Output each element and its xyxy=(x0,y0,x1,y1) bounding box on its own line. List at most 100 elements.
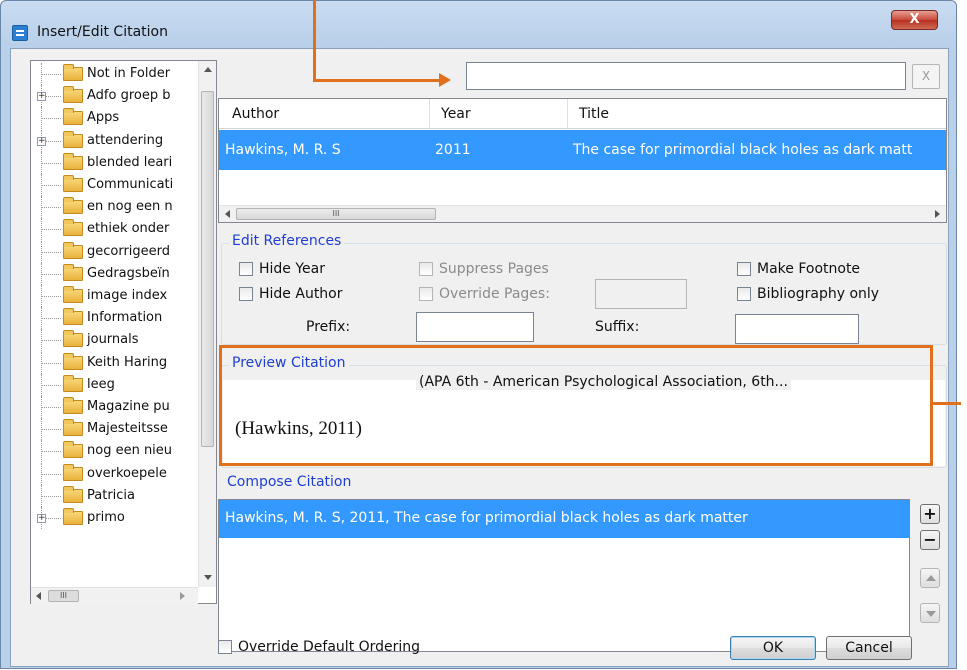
tree-vertical-scrollbar[interactable] xyxy=(198,61,216,587)
override-ordering-checkbox[interactable]: Override Default Ordering xyxy=(218,639,420,655)
folder-icon xyxy=(63,64,83,81)
tree-item-label: ethiek onder xyxy=(87,221,170,237)
suffix-input[interactable] xyxy=(735,314,859,344)
arrow-down-icon xyxy=(926,611,936,617)
tree-horizontal-scrollbar[interactable]: III xyxy=(31,587,198,604)
ok-button[interactable]: OK xyxy=(730,636,816,660)
expand-icon[interactable]: + xyxy=(37,92,46,102)
table-row[interactable]: Hawkins, M. R. S 2011 The case for primo… xyxy=(219,130,946,170)
folder-icon xyxy=(63,397,83,414)
expand-icon[interactable]: + xyxy=(37,136,46,146)
tree-item[interactable]: blended leari xyxy=(31,151,199,174)
tree-item-label: Magazine pu xyxy=(87,399,170,414)
tree-item[interactable]: Magazine pu xyxy=(31,396,199,418)
suppress-pages-label: Suppress Pages xyxy=(439,261,549,277)
override-pages-input[interactable] xyxy=(595,279,687,309)
results-table: Author Year Title Hawkins, M. R. S 2011 … xyxy=(218,98,947,223)
close-button[interactable]: X xyxy=(891,10,938,30)
checkbox-icon[interactable] xyxy=(737,287,751,301)
tree-item[interactable]: + Adfo groep b xyxy=(31,85,199,108)
checkbox-icon[interactable] xyxy=(218,640,232,654)
tree-item[interactable]: Apps xyxy=(31,107,199,130)
scroll-up-icon[interactable] xyxy=(204,67,212,72)
tree-item-label: Adfo groep b xyxy=(87,88,171,104)
arrow-up-icon xyxy=(926,575,936,581)
suppress-pages-checkbox[interactable]: Suppress Pages xyxy=(419,261,549,277)
add-icon[interactable]: + xyxy=(920,504,940,524)
tree-item-label: nog een nieu xyxy=(87,443,173,459)
results-horizontal-scrollbar[interactable]: III xyxy=(219,205,946,222)
tree-item[interactable]: overkoepele xyxy=(31,462,199,485)
tree-item[interactable]: ethiek onder xyxy=(31,218,199,241)
override-pages-checkbox[interactable]: Override Pages: xyxy=(419,286,550,302)
tree-item[interactable]: gecorrigeerd xyxy=(31,240,199,263)
folder-icon xyxy=(63,463,83,481)
hide-author-checkbox[interactable]: Hide Author xyxy=(239,286,343,302)
tree-item[interactable]: + attendering xyxy=(31,129,199,152)
bibliography-only-checkbox[interactable]: Bibliography only xyxy=(737,286,879,302)
tree-item-label: primo xyxy=(87,510,125,525)
compose-list: Hawkins, M. R. S, 2011, The case for pri… xyxy=(218,499,910,652)
tree-item[interactable]: Information xyxy=(31,307,199,330)
annotation-pointer-line xyxy=(931,402,961,405)
tree-item[interactable]: Gedragsbeïn xyxy=(31,262,199,285)
column-year[interactable]: Year xyxy=(441,106,471,122)
tree-item[interactable]: nog een nieu xyxy=(31,440,199,463)
column-author[interactable]: Author xyxy=(232,106,279,122)
folder-icon xyxy=(63,241,83,259)
tree-item[interactable]: Patricia xyxy=(31,484,199,507)
prefix-label: Prefix: xyxy=(306,319,351,335)
make-footnote-checkbox[interactable]: Make Footnote xyxy=(737,261,860,277)
tree-item[interactable]: Not in Folder xyxy=(31,63,199,85)
move-down-button[interactable] xyxy=(920,603,940,623)
tree-item[interactable]: journals xyxy=(31,329,199,352)
tree-scroll-thumb[interactable] xyxy=(201,91,214,447)
checkbox-icon[interactable] xyxy=(737,262,751,276)
prefix-input[interactable] xyxy=(416,312,534,342)
checkbox-icon[interactable] xyxy=(419,287,433,301)
folder-icon xyxy=(63,485,83,503)
scroll-down-icon[interactable] xyxy=(204,575,212,580)
tree-item[interactable]: image index xyxy=(31,285,199,307)
folder-tree: Not in Folder + Adfo groep b Apps + attenderi… xyxy=(30,60,217,604)
checkbox-icon[interactable] xyxy=(239,287,253,301)
list-item[interactable]: Hawkins, M. R. S, 2011, The case for pri… xyxy=(219,500,909,538)
scroll-right-icon[interactable] xyxy=(935,210,940,218)
tree-item[interactable]: leeg xyxy=(31,373,199,396)
tree-item[interactable]: Communicati xyxy=(31,174,199,196)
column-title[interactable]: Title xyxy=(579,106,609,122)
scroll-left-icon[interactable] xyxy=(36,592,41,600)
cancel-button[interactable]: Cancel xyxy=(826,636,912,660)
folder-icon xyxy=(63,86,83,104)
folder-icon xyxy=(63,330,83,348)
tree-item-label: Apps xyxy=(87,110,120,126)
dialog-window: Insert/Edit Citation X Not in Folder + Adf… xyxy=(0,0,957,669)
annotation-highlight-box xyxy=(219,345,933,466)
tree-item-label: en nog een n xyxy=(87,199,173,215)
tree-item[interactable]: Keith Haring xyxy=(31,351,199,374)
tree-item-label: Gedragsbeïn xyxy=(87,265,170,281)
tree-item[interactable]: + primo xyxy=(31,507,199,529)
title-bar[interactable]: Insert/Edit Citation X xyxy=(1,1,956,45)
tree-item[interactable]: Majesteitsse xyxy=(31,418,199,441)
hide-year-label: Hide Year xyxy=(259,261,326,277)
tree-item-label: Patricia xyxy=(87,487,136,503)
remove-icon[interactable]: − xyxy=(920,530,940,550)
tree-item[interactable]: en nog een n xyxy=(31,196,199,219)
hide-year-checkbox[interactable]: Hide Year xyxy=(239,261,325,277)
tree-item-label: blended leari xyxy=(87,154,173,170)
folder-icon xyxy=(63,108,83,126)
checkbox-icon[interactable] xyxy=(239,262,253,276)
tree-item-label: leeg xyxy=(87,376,115,392)
expand-icon[interactable]: + xyxy=(37,514,46,523)
scroll-left-icon[interactable] xyxy=(225,210,230,218)
move-up-button[interactable] xyxy=(920,568,940,588)
search-input[interactable] xyxy=(466,62,906,90)
annotation-arrow-line xyxy=(313,0,316,82)
clear-search-button[interactable]: X xyxy=(912,64,940,89)
scroll-right-icon[interactable] xyxy=(180,592,185,600)
checkbox-icon[interactable] xyxy=(419,262,433,276)
tree-hscroll-thumb[interactable]: III xyxy=(48,590,79,602)
results-scroll-thumb[interactable]: III xyxy=(236,208,436,220)
folder-icon xyxy=(63,308,83,326)
